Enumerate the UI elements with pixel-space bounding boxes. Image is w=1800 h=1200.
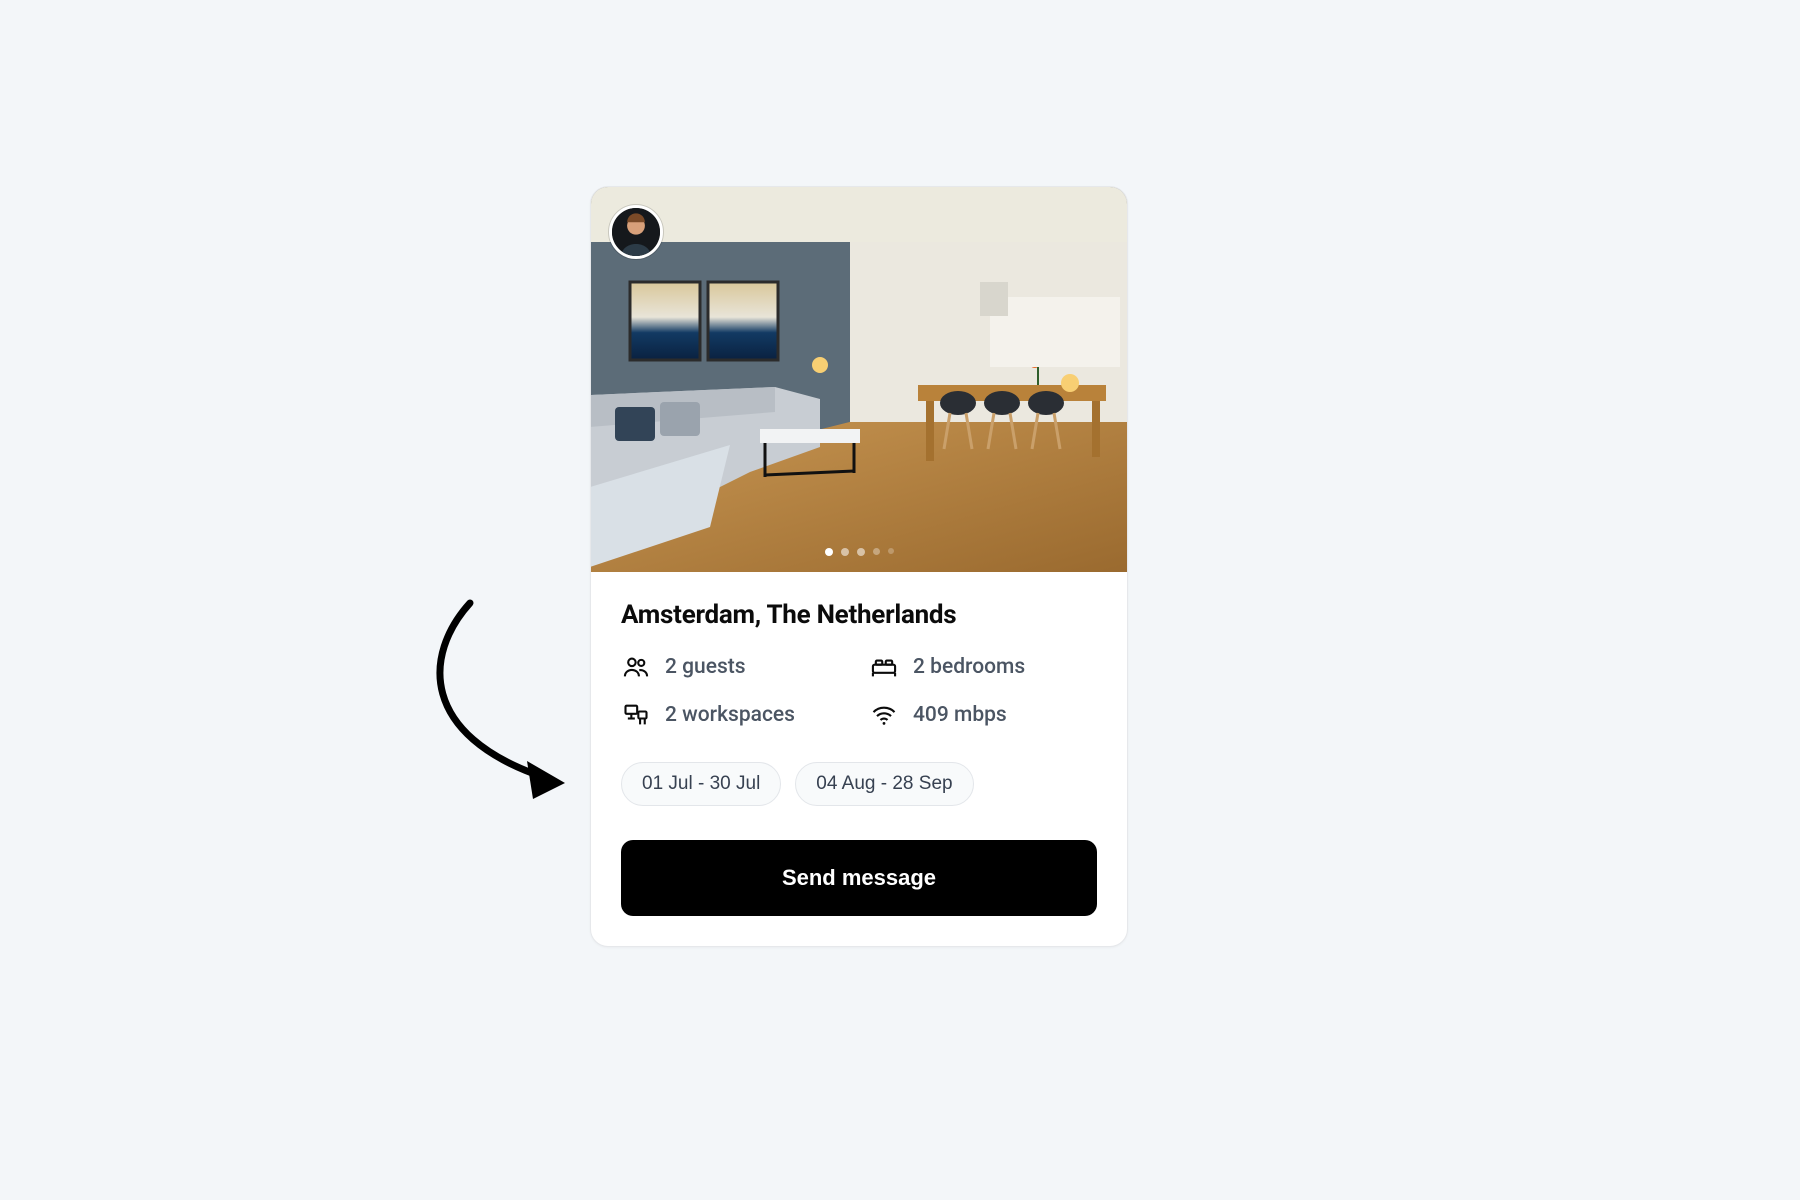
carousel-dots[interactable] bbox=[591, 548, 1127, 556]
bed-icon bbox=[869, 652, 899, 682]
carousel-dot[interactable] bbox=[873, 548, 880, 555]
workspace-icon bbox=[621, 700, 651, 730]
photo-scene bbox=[591, 187, 1127, 572]
feature-guests: 2 guests bbox=[621, 652, 849, 682]
feature-label: 2 guests bbox=[665, 655, 746, 679]
listing-card: Amsterdam, The Netherlands 2 guests 2 be… bbox=[590, 186, 1128, 947]
carousel-dot[interactable] bbox=[841, 548, 849, 556]
feature-label: 2 bedrooms bbox=[913, 655, 1025, 679]
feature-grid: 2 guests 2 bedrooms 2 workspaces bbox=[621, 652, 1097, 730]
listing-title: Amsterdam, The Netherlands bbox=[621, 600, 1097, 630]
availability-pill[interactable]: 01 Jul - 30 Jul bbox=[621, 762, 781, 806]
wifi-icon bbox=[869, 700, 899, 730]
annotation-arrow bbox=[415, 595, 595, 805]
carousel-dot[interactable] bbox=[857, 548, 865, 556]
carousel-dot[interactable] bbox=[888, 548, 894, 554]
feature-label: 2 workspaces bbox=[665, 703, 795, 727]
listing-photo[interactable] bbox=[591, 187, 1127, 572]
host-avatar[interactable] bbox=[609, 205, 663, 259]
availability-pill[interactable]: 04 Aug - 28 Sep bbox=[795, 762, 973, 806]
feature-internet: 409 mbps bbox=[869, 700, 1097, 730]
availability-pills: 01 Jul - 30 Jul 04 Aug - 28 Sep bbox=[621, 762, 1097, 806]
feature-workspaces: 2 workspaces bbox=[621, 700, 849, 730]
feature-bedrooms: 2 bedrooms bbox=[869, 652, 1097, 682]
feature-label: 409 mbps bbox=[913, 703, 1007, 727]
send-message-button[interactable]: Send message bbox=[621, 840, 1097, 916]
carousel-dot[interactable] bbox=[825, 548, 833, 556]
guests-icon bbox=[621, 652, 651, 682]
